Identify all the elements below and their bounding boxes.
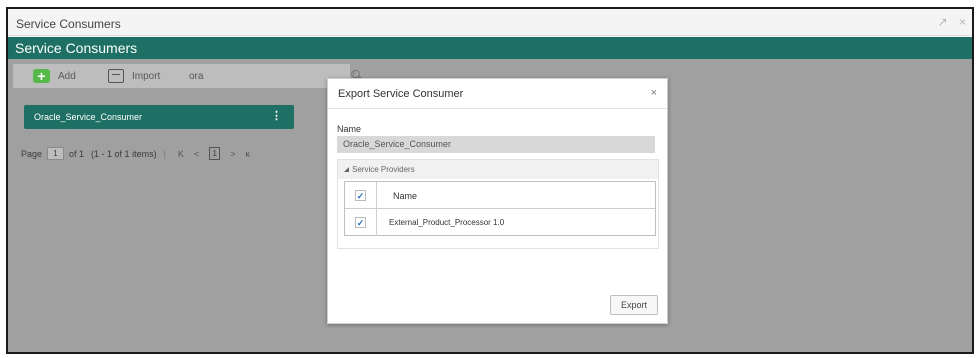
close-icon[interactable]: × <box>959 15 966 29</box>
app-header: Service Consumers <box>8 37 972 59</box>
items-count: (1 - 1 of 1 items) <box>91 148 157 159</box>
page-label: Page <box>21 148 43 159</box>
provider-name: External_Product_Processor 1.0 <box>389 218 505 227</box>
name-field: Oracle_Service_Consumer <box>337 136 655 153</box>
window-title: Service Consumers <box>16 17 121 31</box>
export-dialog: Export Service Consumer × Name Oracle_Se… <box>327 78 668 324</box>
page-number-input[interactable]: 1 <box>47 147 65 160</box>
row-checkbox-cell: ✓ <box>345 209 377 236</box>
window-controls: ↗ × <box>930 15 966 29</box>
consumer-name: Oracle_Service_Consumer <box>34 112 143 122</box>
current-page-button[interactable]: 1 <box>209 147 221 160</box>
last-page-icon[interactable]: κ <box>245 149 250 159</box>
pagination: Page 1 of 1 (1 - 1 of 1 items) | K < 1 >… <box>21 147 255 160</box>
import-icon <box>108 69 124 83</box>
name-label: Name <box>337 124 362 134</box>
pager-divider: | <box>163 148 166 159</box>
providers-table: ✓ Name ✓ External_Product_Processor 1.0 <box>344 181 656 236</box>
service-providers-panel: Service Providers ✓ Name ✓ External_Prod… <box>337 159 659 249</box>
collapse-triangle-icon <box>344 167 349 172</box>
maximize-icon[interactable]: ↗ <box>938 15 948 29</box>
prev-page-icon[interactable]: < <box>194 149 199 159</box>
table-header-row: ✓ Name <box>345 182 655 209</box>
add-button[interactable]: + Add <box>33 67 76 85</box>
panel-header[interactable]: Service Providers <box>338 160 658 179</box>
plus-icon: + <box>33 69 50 83</box>
search-input[interactable] <box>186 68 346 84</box>
first-page-icon[interactable]: K <box>178 149 184 159</box>
table-row: ✓ External_Product_Processor 1.0 <box>345 209 655 236</box>
add-label: Add <box>58 70 76 82</box>
window-title-bar: Service Consumers ↗ × <box>8 9 972 36</box>
export-button[interactable]: Export <box>610 295 658 315</box>
import-label: Import <box>132 70 161 82</box>
page-title: Service Consumers <box>15 40 138 56</box>
kebab-menu-icon[interactable]: ⋮ <box>271 109 282 122</box>
close-icon[interactable]: × <box>651 87 657 99</box>
select-all-cell: ✓ <box>345 182 377 208</box>
dialog-header: Export Service Consumer × <box>328 79 667 109</box>
consumer-card[interactable]: Oracle_Service_Consumer ⋮ <box>24 105 294 129</box>
select-all-checkbox[interactable]: ✓ <box>355 190 366 201</box>
panel-title-text: Service Providers <box>352 165 415 174</box>
panel-title: Service Providers <box>344 165 415 174</box>
import-button[interactable]: Import <box>108 67 160 85</box>
row-checkbox[interactable]: ✓ <box>355 217 366 228</box>
next-page-icon[interactable]: > <box>230 149 235 159</box>
dialog-title: Export Service Consumer <box>338 88 464 100</box>
column-header-name: Name <box>393 191 418 201</box>
toolbar: + Add Import 🔍︎ <box>13 64 365 88</box>
app-frame: Service Consumers ↗ × Service Consumers … <box>6 7 974 354</box>
page-of-label: of 1 <box>69 148 85 159</box>
